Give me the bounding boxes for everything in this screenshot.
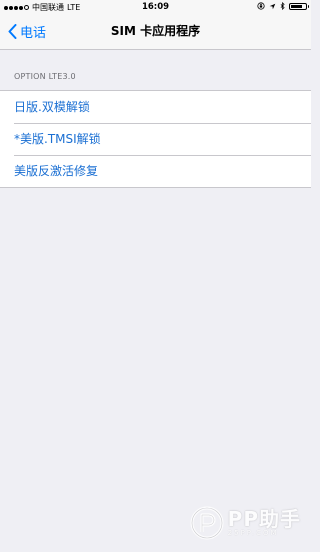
section-header: OPTION LTE3.0 bbox=[14, 72, 76, 81]
watermark-text: PP助手 25PP.COM bbox=[228, 509, 301, 537]
list-item-us-deactivation-fix[interactable]: 美版反激活修复 bbox=[0, 155, 311, 187]
watermark: PP助手 25PP.COM bbox=[190, 506, 301, 540]
battery-icon bbox=[289, 2, 309, 10]
bluetooth-icon bbox=[280, 2, 285, 10]
pp-logo-icon bbox=[190, 506, 224, 540]
location-icon bbox=[269, 3, 276, 9]
rotation-lock-icon bbox=[257, 2, 265, 10]
list-item-us-tmsi-unlock[interactable]: *美版.TMSI解锁 bbox=[0, 123, 311, 155]
status-bar: 中国联通 LTE 16:09 bbox=[0, 0, 311, 14]
page-title: SIM 卡应用程序 bbox=[110, 24, 201, 38]
navigation-bar: 电话 SIM 卡应用程序 bbox=[0, 14, 311, 50]
status-right bbox=[257, 2, 309, 10]
option-list: 日版.双模解锁 *美版.TMSI解锁 美版反激活修复 bbox=[0, 90, 311, 188]
watermark-brand: PP助手 bbox=[227, 507, 301, 531]
watermark-site: 25PP.COM bbox=[227, 529, 279, 537]
battery-level bbox=[291, 4, 303, 8]
list-item-japan-dual-mode-unlock[interactable]: 日版.双模解锁 bbox=[0, 91, 311, 123]
